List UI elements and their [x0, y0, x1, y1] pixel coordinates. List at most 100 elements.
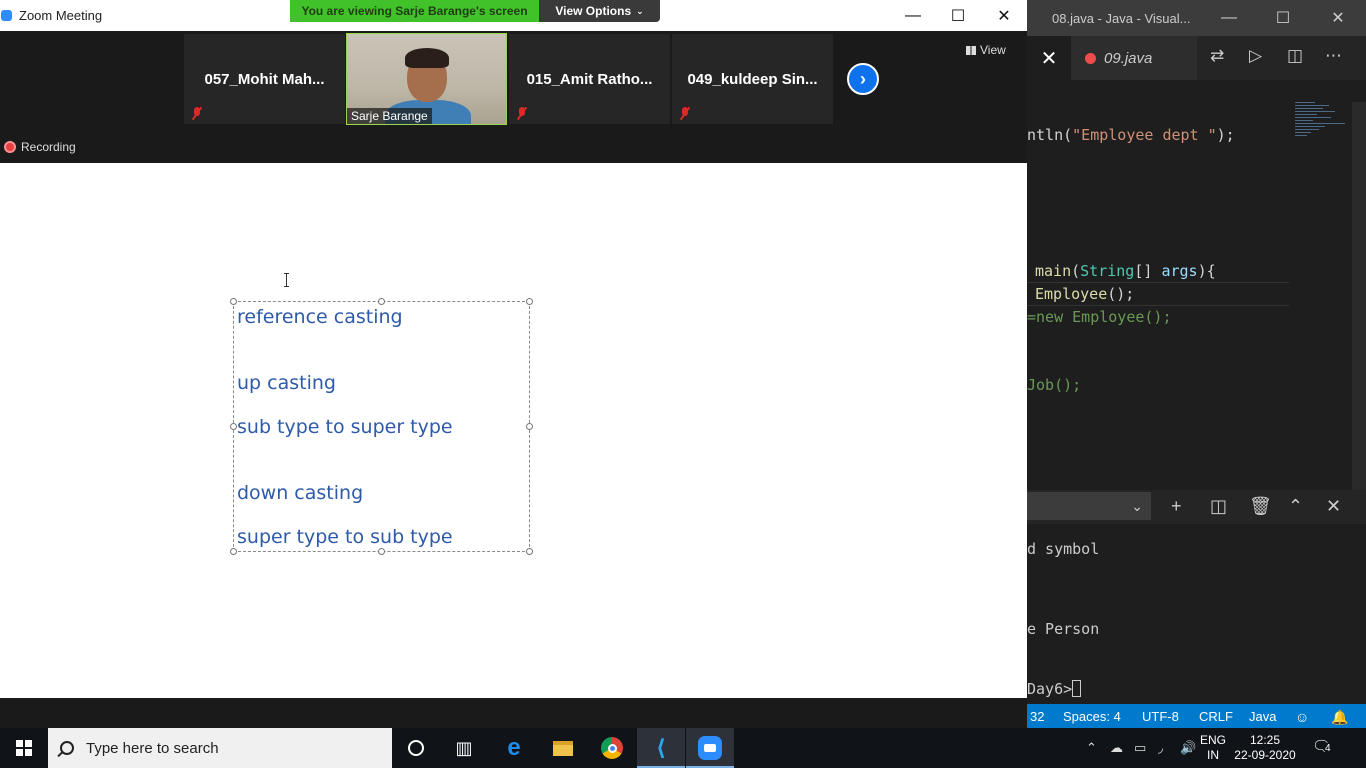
task-view-button[interactable]: ▥ — [440, 728, 488, 768]
code-line: main(String[] args){ — [1035, 262, 1216, 280]
code-text: ( — [1071, 262, 1081, 280]
resize-handle[interactable] — [526, 548, 533, 555]
split-editor-icon[interactable]: ◫ — [1287, 46, 1303, 66]
status-line-col[interactable]: 32 — [1030, 709, 1044, 724]
show-hidden-icons-icon[interactable]: ⌃ — [1086, 740, 1097, 756]
vscode-titlebar: 08.java - Java - Visual... — ☐ ✕ — [1027, 0, 1366, 36]
file-explorer-button[interactable] — [539, 728, 587, 768]
maximize-button[interactable]: ☐ — [935, 0, 981, 31]
code-function: main — [1035, 262, 1072, 280]
vscode-icon: ⟨ — [655, 735, 667, 760]
vscode-window: 08.java - Java - Visual... — ☐ ✕ ✕ 09.ja… — [1027, 0, 1366, 728]
recording-indicator[interactable]: Recording — [4, 140, 76, 154]
zoom-window-title: Zoom Meeting — [19, 8, 103, 23]
resize-handle[interactable] — [230, 548, 237, 555]
clock-time: 12:25 — [1249, 733, 1281, 747]
status-eol[interactable]: CRLF — [1199, 709, 1233, 724]
close-tab-icon[interactable]: ✕ — [1027, 36, 1071, 80]
code-text: (); — [1107, 285, 1135, 303]
tab-09-java[interactable]: 09.java — [1071, 36, 1197, 80]
resize-handle[interactable] — [378, 548, 385, 555]
status-spaces[interactable]: Spaces: 4 — [1063, 709, 1121, 724]
more-actions-icon[interactable]: ⋯ — [1325, 46, 1342, 66]
resize-handle[interactable] — [378, 298, 385, 305]
bell-icon[interactable]: 🔔 — [1331, 709, 1348, 726]
status-language[interactable]: Java — [1249, 709, 1276, 724]
chrome-button[interactable] — [588, 728, 636, 768]
view-button[interactable]: View — [966, 43, 1006, 57]
participant-tile[interactable]: 049_kuldeep Sin... — [672, 34, 833, 124]
terminal-prompt-text: Day6> — [1027, 680, 1073, 698]
chevron-down-icon: ⌄ — [1131, 497, 1143, 514]
viewing-screen-label: You are viewing Sarje Barange's screen — [290, 0, 539, 22]
view-options-button[interactable]: View Options ⌄ — [539, 0, 660, 22]
terminal-select[interactable]: ⌄ — [1027, 492, 1151, 520]
participant-tile[interactable]: 057_Mohit Mah... — [184, 34, 345, 124]
vscode-minimize-button[interactable]: — — [1206, 0, 1252, 36]
battery-icon[interactable]: ▭ — [1134, 740, 1146, 756]
language-code: ENG — [1199, 733, 1226, 747]
clock-date: 22-09-2020 — [1234, 748, 1296, 762]
tab-label: 09.java — [1104, 49, 1153, 67]
close-button[interactable]: ✕ — [981, 0, 1027, 31]
editor-tabs: ✕ 09.java ⇄ ▷ ◫ ⋯ — [1027, 36, 1366, 80]
terminal-cursor — [1072, 680, 1082, 697]
participant-tile[interactable]: 015_Amit Ratho... — [509, 34, 670, 124]
terminal-prompt: Day6> — [1027, 680, 1082, 698]
zoom-icon — [698, 736, 722, 760]
split-terminal-icon[interactable]: ◫ — [1210, 496, 1227, 517]
text-line: down casting — [237, 482, 364, 504]
vscode-window-title: 08.java - Java - Visual... — [1052, 11, 1191, 26]
participant-name: 049_kuldeep Sin... — [687, 71, 818, 88]
panel-header: ⌄ + ◫ 🗑 ⌃ ✕ — [1027, 490, 1366, 524]
trash-icon[interactable]: 🗑 — [1249, 496, 1272, 517]
chevron-down-icon: ⌄ — [636, 5, 644, 16]
code-text: ); — [1216, 126, 1235, 144]
maximize-panel-icon[interactable]: ⌃ — [1288, 496, 1303, 517]
close-panel-icon[interactable]: ✕ — [1326, 496, 1341, 517]
status-encoding[interactable]: UTF-8 — [1142, 709, 1179, 724]
editor-scrollbar[interactable] — [1352, 102, 1366, 492]
taskbar-search[interactable]: Type here to search — [48, 728, 392, 768]
code-type: String — [1080, 262, 1135, 280]
edge-icon: e — [507, 734, 521, 761]
cortana-button[interactable] — [392, 728, 440, 768]
notification-button[interactable]: 🗨 4 — [1312, 737, 1332, 757]
vscode-maximize-button[interactable]: ☐ — [1260, 0, 1306, 36]
next-participants-button[interactable]: › — [847, 63, 879, 95]
code-function: Employee — [1035, 285, 1108, 303]
code-editor[interactable]: ntln("Employee dept "); main(String[] ar… — [1027, 80, 1366, 492]
shared-text-box[interactable]: reference casting up casting sub type to… — [230, 298, 533, 555]
new-terminal-icon[interactable]: + — [1171, 496, 1182, 517]
feedback-icon[interactable]: ☺ — [1295, 709, 1309, 725]
language-indicator[interactable]: ENG IN — [1198, 733, 1228, 763]
volume-icon[interactable]: 🔊 — [1180, 740, 1196, 756]
grid-view-icon — [966, 45, 976, 55]
resize-handle[interactable] — [526, 423, 533, 430]
start-button[interactable] — [0, 728, 48, 768]
muted-mic-icon — [679, 107, 691, 120]
minimize-button[interactable]: — — [890, 0, 936, 31]
code-text: ntln( — [1027, 126, 1073, 144]
video-strip: 057_Mohit Mah... Sarje Barange 015_Amit … — [0, 31, 1027, 163]
vscode-button[interactable]: ⟨ — [637, 728, 685, 768]
zoom-button[interactable] — [686, 728, 734, 768]
participant-tile-active[interactable]: Sarje Barange — [346, 33, 507, 125]
edge-button[interactable]: e — [490, 728, 538, 768]
clock[interactable]: 12:25 22-09-2020 — [1232, 733, 1298, 763]
wifi-icon[interactable]: ◞ — [1158, 740, 1163, 756]
minimap[interactable] — [1295, 102, 1351, 162]
resize-handle[interactable] — [230, 298, 237, 305]
vscode-close-button[interactable]: ✕ — [1315, 0, 1361, 36]
code-variable: args — [1161, 262, 1198, 280]
text-line: reference casting — [237, 306, 403, 328]
compare-icon[interactable]: ⇄ — [1210, 46, 1224, 66]
notification-count: 4 — [1325, 743, 1331, 754]
run-icon[interactable]: ▷ — [1249, 46, 1262, 66]
resize-handle[interactable] — [526, 298, 533, 305]
recording-icon — [4, 141, 16, 153]
terminal[interactable]: d symbol e Person Day6> — [1027, 524, 1366, 704]
resize-handle[interactable] — [230, 423, 237, 430]
cloud-icon[interactable]: ☁ — [1110, 740, 1123, 756]
cortana-icon — [408, 740, 424, 756]
